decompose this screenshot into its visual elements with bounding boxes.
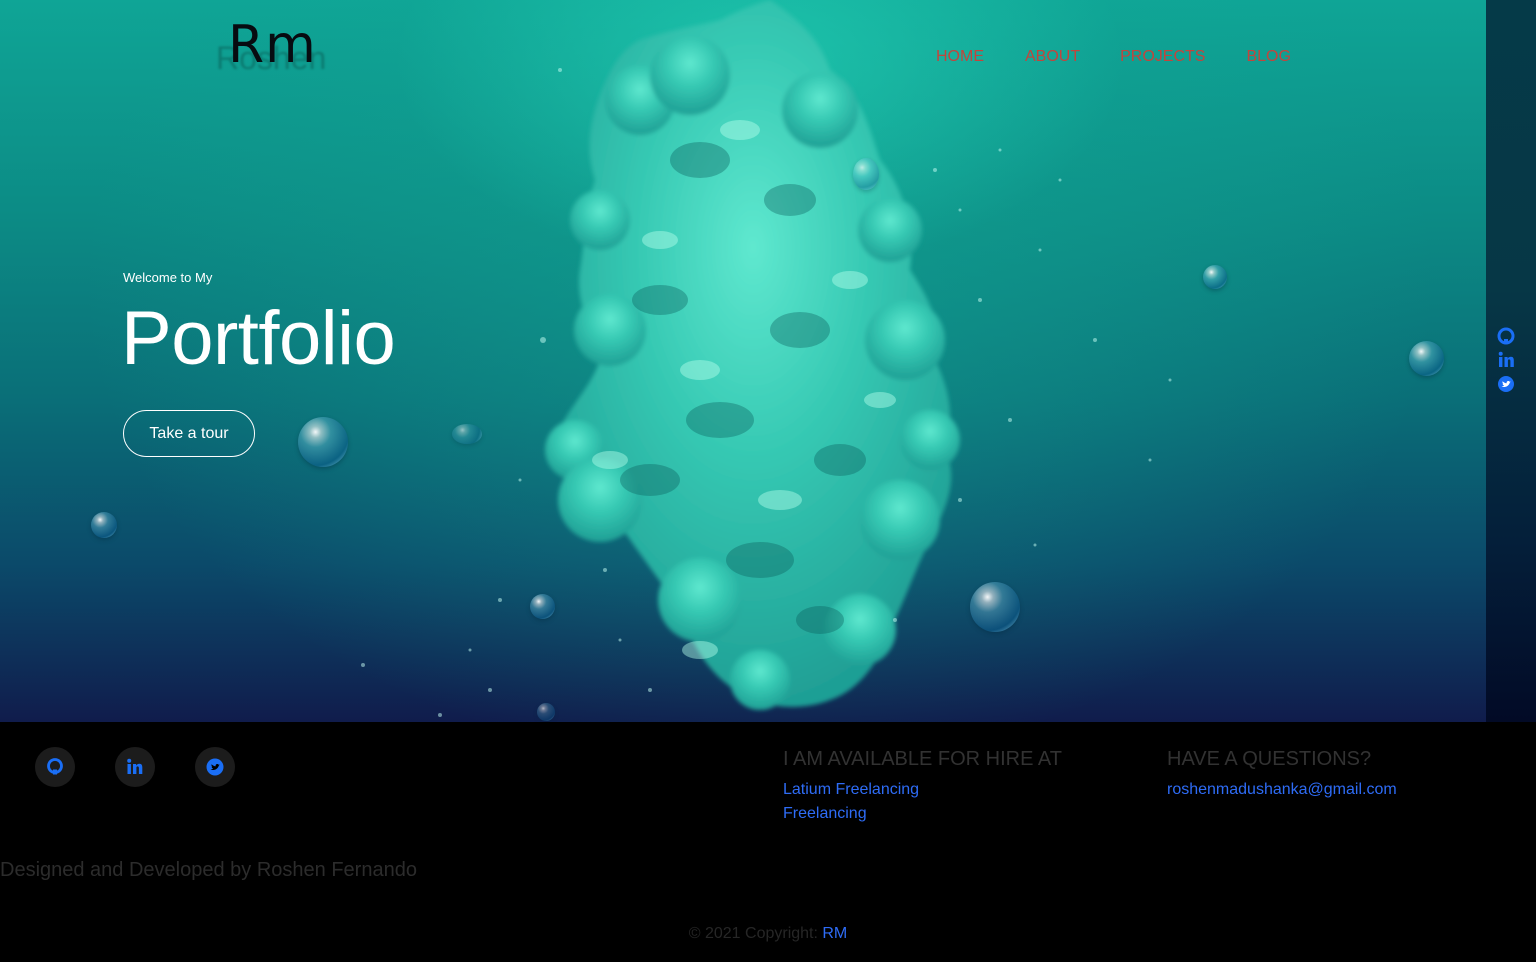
side-social-links (1496, 326, 1516, 398)
bubble (1409, 341, 1444, 376)
hire-link-latium[interactable]: Latium Freelancing (783, 780, 919, 800)
footer-credit: Designed and Developed by Roshen Fernand… (0, 859, 417, 881)
nav-blog[interactable]: BLOG (1246, 46, 1290, 68)
questions-heading: HAVE A QUESTIONS? (1167, 748, 1372, 770)
linkedin-icon[interactable] (1496, 350, 1516, 370)
hire-heading: I AM AVAILABLE FOR HIRE AT (783, 748, 1062, 770)
site-logo[interactable]: Rm (228, 14, 317, 76)
footer-twitter-link[interactable] (195, 747, 235, 787)
bubble (298, 417, 348, 467)
copyright: © 2021 Copyright: RM (0, 924, 1536, 944)
hero-section: Roshen Rm HOME ABOUT PROJECTS BLOG Welco… (0, 0, 1486, 722)
hero-welcome-text: Welcome to My (123, 270, 213, 285)
hire-link-freelancing[interactable]: Freelancing (783, 804, 867, 824)
twitter-icon (206, 758, 224, 776)
copyright-link[interactable]: RM (822, 925, 847, 942)
twitter-icon[interactable] (1496, 374, 1516, 394)
github-icon (47, 758, 63, 775)
footer-github-link[interactable] (35, 747, 75, 787)
contact-email-link[interactable]: roshenmadushanka@gmail.com (1167, 780, 1397, 800)
main-nav: HOME ABOUT PROJECTS BLOG (936, 46, 1291, 68)
hero-title: Portfolio (121, 296, 396, 381)
nav-about[interactable]: ABOUT (1025, 46, 1080, 68)
footer-linkedin-link[interactable] (115, 747, 155, 787)
nav-home[interactable]: HOME (936, 46, 984, 68)
nav-projects[interactable]: PROJECTS (1120, 46, 1205, 68)
bubble (853, 158, 879, 190)
bubble (970, 582, 1020, 632)
bubble (1203, 265, 1227, 289)
site-footer: I AM AVAILABLE FOR HIRE AT Latium Freela… (0, 722, 1536, 962)
linkedin-icon (127, 758, 143, 774)
bubble (530, 594, 555, 619)
copyright-text: © 2021 Copyright: (688, 925, 823, 942)
take-a-tour-button[interactable]: Take a tour (123, 410, 255, 457)
github-icon[interactable] (1496, 326, 1516, 346)
bubble (537, 703, 555, 721)
bubble (91, 512, 117, 538)
bubble (452, 424, 482, 444)
